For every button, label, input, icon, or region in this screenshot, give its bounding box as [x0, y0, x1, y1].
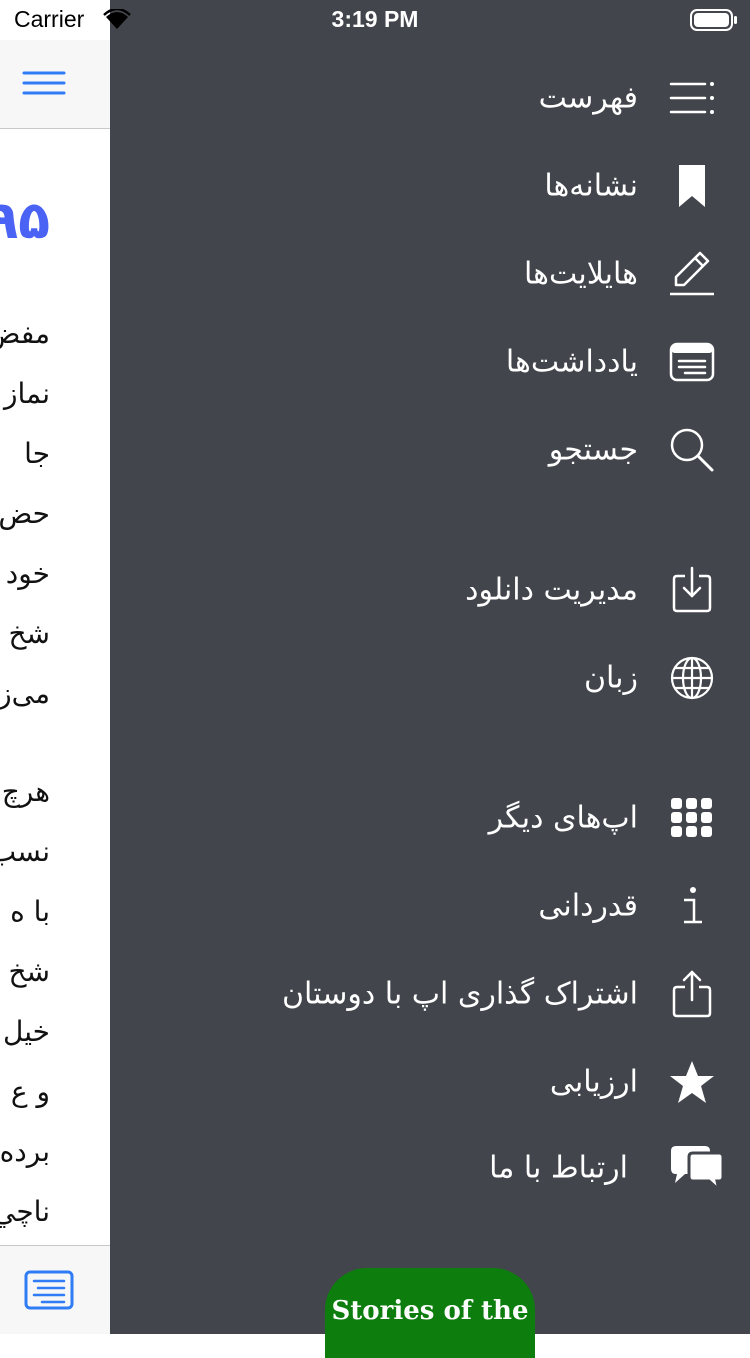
menu-item-search[interactable]: جستجو	[110, 410, 750, 490]
star-icon	[666, 1056, 718, 1108]
menu-item-download-manager[interactable]: مدیریت دانلود	[110, 550, 750, 630]
menu-item-label: یادداشت‌ها	[505, 344, 638, 380]
menu-item-label: جستجو	[548, 432, 638, 468]
menu-item-highlights[interactable]: هایلایت‌ها	[110, 234, 750, 314]
download-icon	[666, 564, 718, 616]
list-icon	[666, 72, 718, 124]
reader-line: شخ	[8, 617, 50, 650]
side-menu: فهرست نشانه‌ها هایلایت‌ها یادداشت‌ها جست…	[110, 0, 750, 1358]
chapter-number: ۹۵	[0, 191, 50, 251]
grid-icon	[666, 792, 718, 844]
bookmark-icon	[666, 160, 718, 212]
menu-item-label: اپ‌های دیگر	[488, 800, 638, 836]
status-bar: Carrier 3:19 PM	[0, 0, 750, 40]
reader-line: و ع	[10, 1075, 50, 1108]
share-icon	[666, 968, 718, 1020]
reader-line: خود	[5, 557, 50, 590]
promo-banner[interactable]: Stories of the	[325, 1268, 535, 1358]
reader-line: جا	[24, 437, 50, 470]
reader-line: نسب	[0, 835, 50, 868]
reader-toolbar	[0, 1245, 110, 1334]
reader-line: برده	[0, 1135, 50, 1168]
search-icon	[666, 424, 718, 476]
menu-item-credits[interactable]: قدردانی	[110, 866, 750, 946]
reader-content: ۹۵ مفض نماز جا حض خود شخ می‌ز هرچ نسب با…	[0, 129, 110, 1245]
menu-item-label: زبان	[583, 660, 638, 696]
menu-item-language[interactable]: زبان	[110, 638, 750, 718]
promo-text: Stories of the	[331, 1296, 529, 1326]
reader-line: با ه	[10, 895, 50, 928]
hamburger-menu-icon[interactable]	[22, 70, 66, 100]
menu-item-contact-us[interactable]: ارتباط با ما	[110, 1128, 750, 1208]
reader-line: حض	[0, 497, 50, 530]
reader-line: مفض	[0, 317, 50, 350]
clock: 3:19 PM	[331, 6, 419, 32]
table-of-contents-icon[interactable]	[24, 1270, 74, 1314]
menu-item-label: فهرست	[538, 80, 638, 116]
menu-item-label: قدردانی	[538, 888, 638, 924]
reader-line: خیل	[3, 1015, 50, 1048]
menu-item-label: ارتباط با ما	[489, 1150, 628, 1186]
note-icon	[666, 336, 718, 388]
globe-icon	[666, 652, 718, 704]
chat-icon	[664, 1142, 728, 1194]
reader-view: ۹۵ مفض نماز جا حض خود شخ می‌ز هرچ نسب با…	[0, 0, 110, 1334]
menu-item-label: اشتراک گذاری اپ با دوستان	[281, 976, 638, 1012]
reader-line: ناچي	[0, 1195, 50, 1228]
menu-item-notes[interactable]: یادداشت‌ها	[110, 322, 750, 402]
menu-item-label: مدیریت دانلود	[465, 572, 638, 608]
menu-item-rate[interactable]: ارزیابی	[110, 1042, 750, 1122]
menu-item-share-app[interactable]: اشتراک گذاری اپ با دوستان	[110, 954, 750, 1034]
reader-line: هرچ	[1, 775, 50, 808]
reader-navbar	[0, 40, 110, 129]
info-icon	[666, 880, 718, 932]
menu-item-contents[interactable]: فهرست	[110, 58, 750, 138]
menu-item-label: هایلایت‌ها	[524, 256, 638, 292]
menu-item-bookmarks[interactable]: نشانه‌ها	[110, 146, 750, 226]
menu-item-label: نشانه‌ها	[544, 168, 638, 204]
reader-line: نماز	[3, 377, 50, 410]
reader-line: می‌ز	[0, 677, 50, 710]
menu-item-other-apps[interactable]: اپ‌های دیگر	[110, 778, 750, 858]
battery-icon	[690, 8, 738, 36]
reader-line: شخ	[8, 955, 50, 988]
pencil-icon	[666, 248, 718, 300]
menu-item-label: ارزیابی	[549, 1064, 638, 1100]
